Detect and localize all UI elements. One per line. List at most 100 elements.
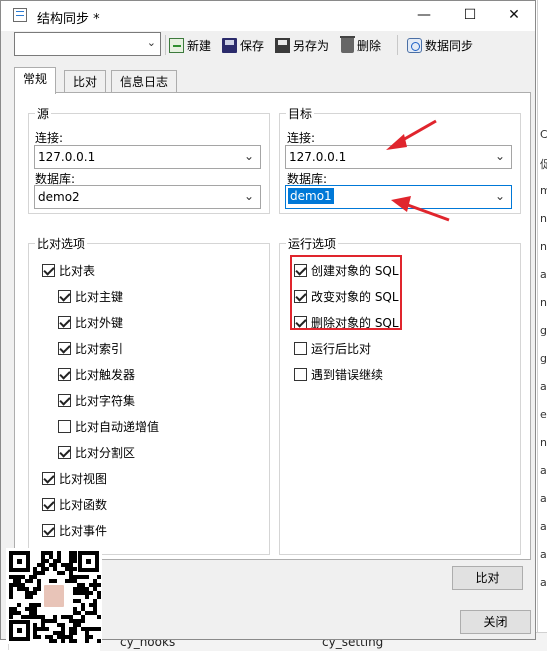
tab-message-log[interactable]: 信息日志 (111, 70, 178, 92)
checkbox-checked-icon[interactable] (58, 341, 71, 355)
checkbox-checked-icon[interactable] (58, 393, 71, 407)
compare-option-checkbox[interactable]: 比对函数 (42, 496, 107, 512)
background-text-fragment: nt (540, 296, 547, 309)
qr-module (89, 591, 93, 595)
run-option-label: 遇到错误继续 (311, 367, 384, 382)
compare-option-checkbox[interactable]: 比对字符集 (58, 392, 135, 408)
checkbox-checked-icon[interactable] (58, 367, 71, 381)
close-button[interactable]: 关闭 (460, 610, 531, 634)
background-text-fragment: a (540, 548, 547, 561)
compare-option-checkbox[interactable]: 比对触发器 (58, 366, 135, 382)
source-database-value: demo2 (38, 190, 80, 204)
checkbox-checked-icon[interactable] (58, 289, 71, 303)
qr-module (33, 591, 37, 595)
background-text-fragment: ai (540, 464, 547, 477)
save-button-label: 保存 (240, 38, 265, 53)
background-text-fragment: ai (540, 380, 547, 393)
background-text-fragment: gl (540, 352, 547, 365)
tab-compare[interactable]: 比对 (64, 70, 107, 92)
compare-option-label: 比对表 (59, 263, 96, 278)
compare-option-checkbox[interactable]: 比对事件 (42, 522, 107, 538)
compare-option-checkbox[interactable]: 比对主键 (58, 288, 123, 304)
compare-option-checkbox[interactable]: 比对视图 (42, 470, 107, 486)
background-text-fragment: n (540, 212, 547, 225)
compare-option-label: 比对函数 (59, 497, 108, 512)
qr-module (37, 603, 41, 607)
delete-button[interactable]: 删除 (340, 35, 382, 54)
data-sync-button-label: 数据同步 (425, 38, 474, 53)
background-app-right-edge: C 促m n nt ai nt gi gl ai er nt ai ai a a a (537, 0, 547, 650)
qr-module (81, 619, 85, 623)
minimize-button[interactable]: — (401, 1, 447, 31)
qr-module (61, 639, 65, 643)
title-bar[interactable]: 结构同步 * — ☐ ✕ (1, 1, 535, 31)
qr-module (61, 571, 65, 575)
save-as-button[interactable]: 另存为 (275, 36, 329, 54)
annotation-arrow-icon (391, 196, 450, 222)
save-button[interactable]: 保存 (222, 36, 264, 54)
checkbox-checked-icon[interactable] (42, 471, 55, 485)
source-connection-select[interactable]: 127.0.0.1 ⌄ (34, 145, 261, 169)
delete-button-label: 删除 (357, 38, 382, 53)
run-options-title: 运行选项 (286, 235, 339, 252)
run-option-checkbox[interactable]: 遇到错误继续 (294, 366, 383, 382)
source-group-title: 源 (35, 105, 52, 122)
qr-module (97, 627, 101, 631)
compare-option-checkbox[interactable]: 比对外键 (58, 314, 123, 330)
save-as-button-label: 另存为 (293, 38, 330, 53)
qr-avatar-image (42, 583, 66, 609)
compare-option-checkbox[interactable]: 比对自动递增值 (58, 418, 159, 434)
checkbox-checked-icon[interactable] (42, 523, 55, 537)
background-text-fragment: 促 (540, 158, 547, 171)
maximize-button[interactable]: ☐ (447, 1, 493, 31)
background-text-fragment: ai (540, 268, 547, 281)
run-option-checkbox[interactable]: 运行后比对 (294, 340, 371, 356)
qr-module (37, 635, 41, 639)
qr-module (9, 595, 13, 599)
qr-module (97, 595, 101, 599)
compare-option-label: 比对外键 (75, 315, 124, 330)
qr-finder-pattern (9, 551, 30, 572)
checkbox-unchecked-icon[interactable] (294, 341, 307, 355)
compare-option-label: 比对分割区 (75, 445, 136, 460)
tab-general[interactable]: 常规 (14, 67, 57, 94)
checkbox-checked-icon[interactable] (42, 263, 55, 277)
compare-option-checkbox[interactable]: 比对索引 (58, 340, 123, 356)
trash-icon (340, 35, 355, 53)
qr-module (9, 615, 13, 619)
checkbox-unchecked-icon[interactable] (294, 367, 307, 381)
run-option-label: 运行后比对 (311, 341, 372, 356)
compare-option-checkbox[interactable]: 比对表 (42, 262, 95, 278)
data-sync-icon (407, 37, 422, 53)
new-button[interactable]: 新建 (169, 36, 211, 54)
qr-module (17, 603, 21, 607)
target-connection-value: 127.0.0.1 (289, 150, 347, 164)
chevron-down-icon: ⌄ (146, 36, 156, 49)
compare-option-label: 比对字符集 (75, 393, 136, 408)
highlight-annotation-box (290, 255, 402, 330)
qr-module (45, 627, 49, 631)
checkbox-unchecked-icon[interactable] (58, 419, 71, 433)
checkbox-checked-icon[interactable] (42, 497, 55, 511)
checkbox-checked-icon[interactable] (58, 445, 71, 459)
data-sync-button[interactable]: 数据同步 (407, 36, 473, 54)
qr-module (73, 567, 77, 571)
compare-button[interactable]: 比对 (452, 566, 523, 590)
annotation-arrow-icon (386, 119, 437, 150)
checkbox-checked-icon[interactable] (58, 315, 71, 329)
qr-module (37, 587, 41, 591)
compare-option-checkbox[interactable]: 比对分割区 (58, 444, 135, 460)
save-as-icon (275, 37, 290, 53)
qr-module (41, 571, 45, 575)
source-database-select[interactable]: demo2 ⌄ (34, 185, 261, 209)
background-text-fragment: m (540, 184, 547, 197)
close-window-button[interactable]: ✕ (491, 1, 537, 31)
chevron-down-icon: ⌄ (243, 149, 254, 163)
qr-module (85, 575, 89, 579)
new-button-label: 新建 (187, 38, 212, 53)
qr-module (89, 635, 93, 639)
profile-combo[interactable]: ⌄ (14, 32, 161, 56)
qr-module (73, 639, 77, 643)
background-text-fragment: nt (540, 240, 547, 253)
compare-option-label: 比对索引 (75, 341, 124, 356)
